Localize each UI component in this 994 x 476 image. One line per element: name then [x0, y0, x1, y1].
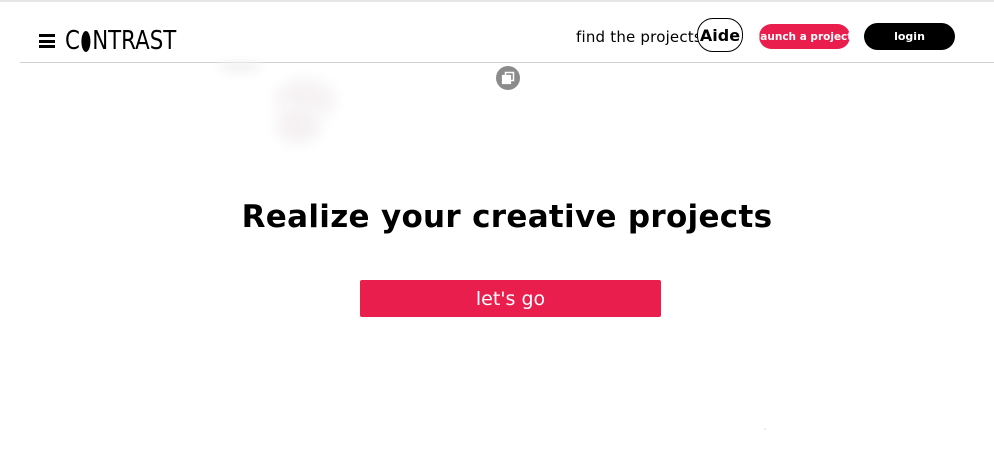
logo-letter-c: C: [65, 26, 80, 56]
decorative-dot: [764, 428, 766, 430]
stacked-squares-icon[interactable]: [496, 66, 520, 90]
login-button[interactable]: login: [864, 23, 955, 50]
launch-project-button[interactable]: launch a project: [757, 24, 852, 49]
contrast-logo[interactable]: C NTRAST: [65, 26, 176, 56]
logo-o-mark: [81, 30, 91, 52]
hero-title: Realize your creative projects: [241, 198, 773, 235]
site-header: C NTRAST find the projects Aide launch a …: [20, 2, 994, 63]
background-cloud-image: [210, 55, 370, 165]
find-projects-link[interactable]: find the projects: [576, 28, 702, 46]
logo-letters-ntrast: NTRAST: [92, 26, 177, 56]
aide-button[interactable]: Aide: [697, 18, 743, 52]
hamburger-menu-icon[interactable]: [39, 34, 55, 48]
lets-go-button[interactable]: let's go: [360, 280, 661, 317]
